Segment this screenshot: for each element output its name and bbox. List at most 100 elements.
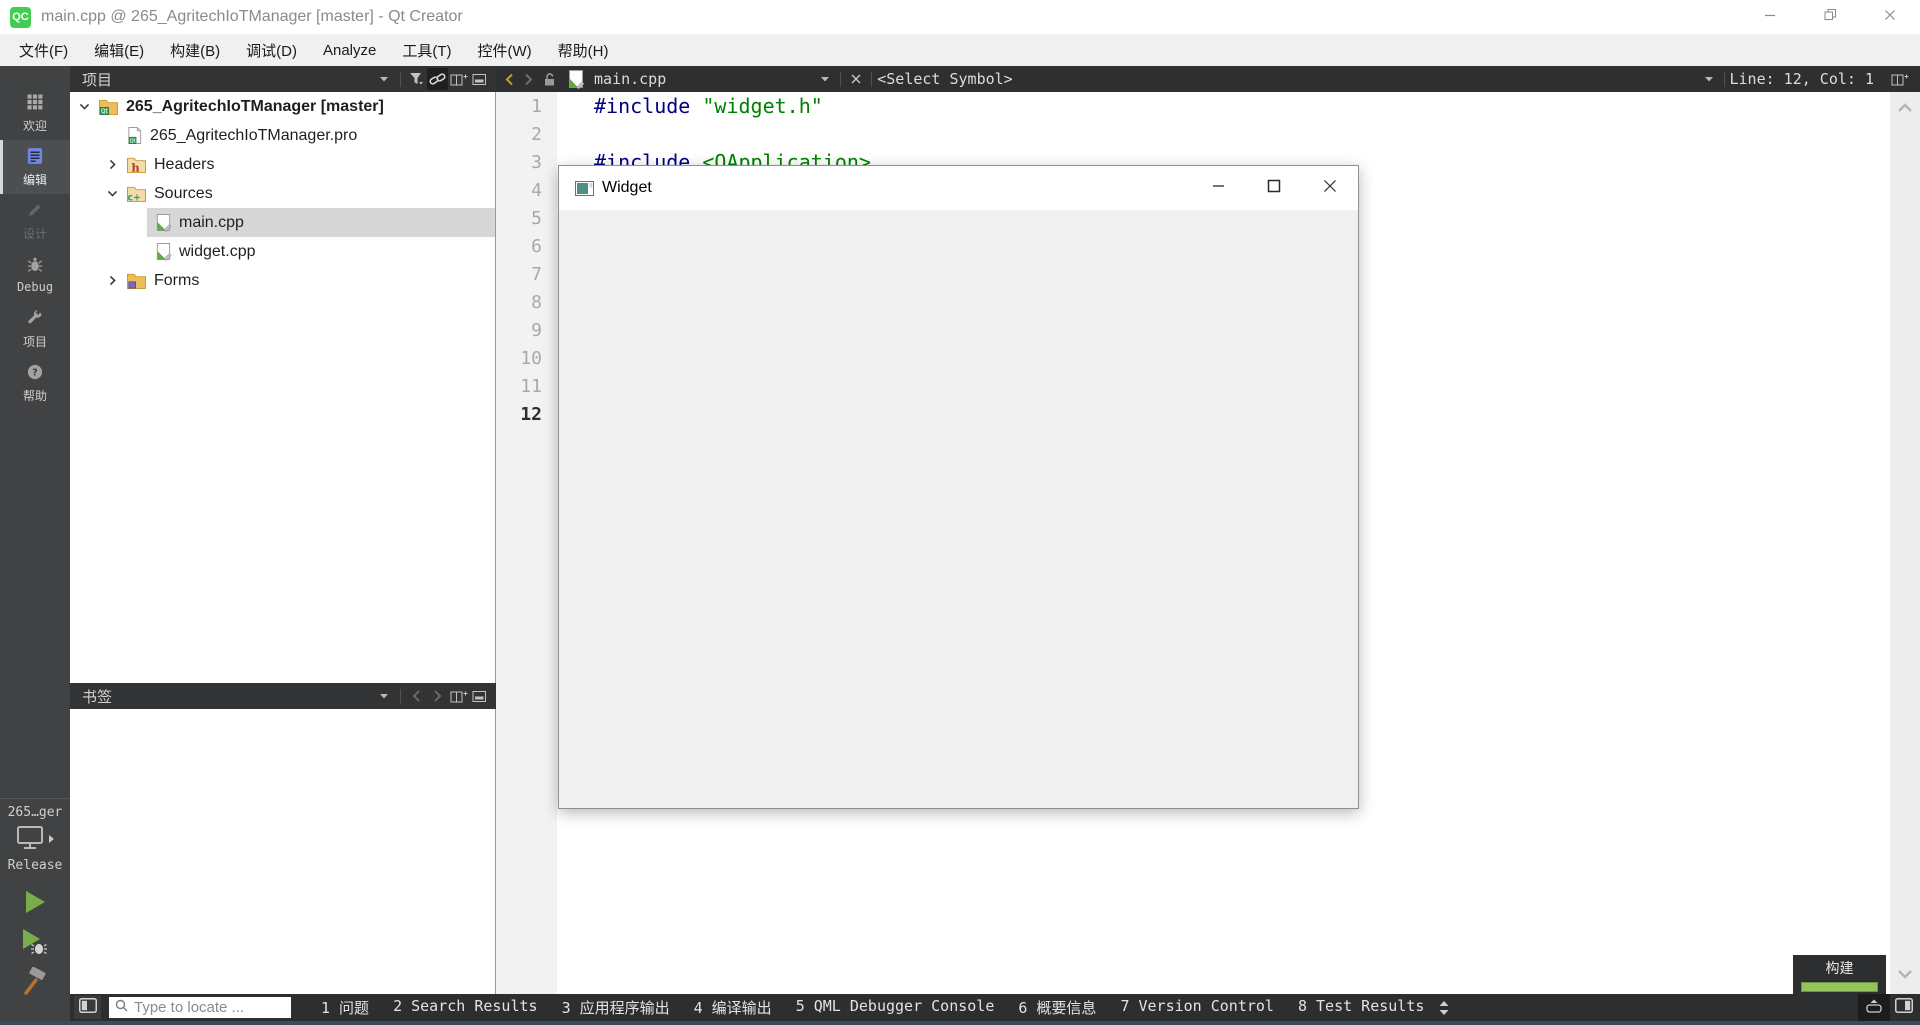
chevron-down-icon[interactable] <box>104 187 120 200</box>
go-forward-button[interactable] <box>519 73 538 86</box>
progress-details-button[interactable] <box>1858 994 1890 1021</box>
code-token: "widget.h" <box>702 94 823 118</box>
build-progress-label: 构建 <box>1825 959 1854 976</box>
tree-item[interactable]: Qt 265_AgritechIoTManager [master] <box>98 92 495 121</box>
pane-dropdown-button[interactable] <box>374 685 395 707</box>
divider <box>871 71 873 87</box>
tree-item[interactable]: widget.cpp <box>147 237 495 266</box>
project-tree: Qt 265_AgritechIoTManager [master] Qt 265_A… <box>70 92 496 683</box>
menu-item-1[interactable]: 文件(F) <box>6 34 81 66</box>
editor-line[interactable]: 2 <box>496 120 1890 148</box>
cpp-file-icon <box>562 69 590 89</box>
close-pane-icon[interactable] <box>469 685 490 707</box>
close-document-icon[interactable] <box>846 74 866 84</box>
run-debug-button[interactable] <box>20 927 50 961</box>
tree-item[interactable]: main.cpp <box>147 208 495 237</box>
svg-text:c+: c+ <box>127 193 141 203</box>
output-pane-button-8[interactable]: 8 Test Results <box>1298 997 1424 1018</box>
window-title: main.cpp @ 265_AgritechIoTManager [maste… <box>41 8 463 25</box>
symbol-selector[interactable]: <Select Symbol> <box>877 70 1012 88</box>
widget-app-window[interactable]: Widget <box>558 165 1359 809</box>
build-button[interactable] <box>20 966 50 1001</box>
editor-options-dropdown-icon[interactable] <box>1700 76 1719 82</box>
output-pane-switcher-icon[interactable] <box>1438 1000 1450 1016</box>
output-pane-button-7[interactable]: 7 Version Control <box>1120 997 1274 1018</box>
go-back-button[interactable] <box>500 73 519 86</box>
locator-input[interactable]: Type to locate ... <box>109 997 291 1018</box>
mode-label: 欢迎 <box>22 118 47 133</box>
menu-item-7[interactable]: 控件(W) <box>465 34 545 66</box>
split-icon[interactable] <box>448 68 469 90</box>
widget-minimize-button[interactable] <box>1190 166 1246 210</box>
window-bottom-edge <box>0 1021 1920 1025</box>
projects-pane-title: 项目 <box>82 71 113 89</box>
chevron-right-icon[interactable] <box>104 274 120 287</box>
build-progress-popup[interactable]: 构建 <box>1793 955 1886 994</box>
split-icon[interactable] <box>448 685 469 707</box>
toggle-left-sidebar-button[interactable] <box>74 996 101 1019</box>
menu-item-3[interactable]: 构建(B) <box>157 34 233 66</box>
toggle-right-sidebar-button[interactable] <box>1890 994 1918 1021</box>
editor-scrollbar[interactable] <box>1890 92 1920 994</box>
mode-item-grid[interactable]: 欢迎 <box>0 86 70 140</box>
file-cpp-icon <box>155 213 172 232</box>
split-editor-icon[interactable] <box>1886 72 1914 87</box>
output-pane-button-2[interactable]: 2 Search Results <box>393 997 538 1018</box>
output-pane-button-5[interactable]: 5 QML Debugger Console <box>796 997 995 1018</box>
menu-item-6[interactable]: 工具(T) <box>389 34 464 66</box>
restore-button[interactable] <box>1800 0 1860 34</box>
mode-item-help[interactable]: ? 帮助 <box>0 356 70 410</box>
filter-icon[interactable] <box>406 68 427 90</box>
menu-item-2[interactable]: 编辑(E) <box>81 34 157 66</box>
qt-creator-window: QC main.cpp @ 265_AgritechIoTManager [ma… <box>0 0 1920 1025</box>
back-icon[interactable] <box>406 685 427 707</box>
output-pane-button-1[interactable]: 1 问题 <box>321 997 369 1018</box>
folder-forms-icon <box>126 271 147 290</box>
widget-client-area <box>559 210 1358 808</box>
editor-line[interactable]: 1 #include "widget.h" <box>496 92 1890 120</box>
folder-h-icon: h <box>126 155 147 174</box>
tree-item[interactable]: c+ Sources <box>126 179 495 208</box>
widget-maximize-button[interactable] <box>1246 166 1302 210</box>
tree-item-label: Headers <box>154 155 215 173</box>
output-pane-button-3[interactable]: 3 应用程序输出 <box>562 997 670 1018</box>
widget-window-controls <box>1190 166 1358 210</box>
kit-target-button[interactable] <box>16 824 55 856</box>
document-dropdown-icon[interactable] <box>816 76 835 82</box>
tree-item[interactable]: Forms <box>126 266 495 295</box>
chevron-down-icon[interactable] <box>76 100 92 113</box>
mode-item-bug[interactable]: Debug <box>0 248 70 302</box>
tree-item[interactable]: h Headers <box>126 150 495 179</box>
mode-label: 设计 <box>22 226 47 241</box>
mode-item-wrench[interactable]: 项目 <box>0 302 70 356</box>
cursor-position: Line: 12, Col: 1 <box>1729 70 1875 88</box>
pane-dropdown-button[interactable] <box>374 68 395 90</box>
tree-item[interactable]: Qt 265_AgritechIoTManager.pro <box>126 121 495 150</box>
minimize-button[interactable] <box>1740 0 1800 34</box>
scroll-up-icon[interactable] <box>1897 100 1913 118</box>
open-file-name[interactable]: main.cpp <box>594 70 666 88</box>
mode-item-edit[interactable]: 编辑 <box>0 140 70 194</box>
sync-with-editor-icon[interactable] <box>427 68 448 90</box>
run-button[interactable] <box>22 889 48 919</box>
forward-icon[interactable] <box>427 685 448 707</box>
output-pane-button-4[interactable]: 4 编译输出 <box>694 997 772 1018</box>
menu-item-4[interactable]: 调试(D) <box>233 34 310 66</box>
line-number: 3 <box>531 151 542 173</box>
tree-row: widget.cpp <box>70 237 495 266</box>
menu-item-8[interactable]: 帮助(H) <box>545 34 622 66</box>
widget-titlebar[interactable]: Widget <box>559 166 1358 210</box>
svg-text:Qt: Qt <box>101 109 108 115</box>
output-pane-button-6[interactable]: 6 概要信息 <box>1018 997 1096 1018</box>
code-text: #include "widget.h" <box>557 92 823 120</box>
menu-item-5[interactable]: Analyze <box>310 34 389 66</box>
chevron-right-icon[interactable] <box>104 158 120 171</box>
kit-project-name[interactable]: 265…ger <box>8 805 63 820</box>
widget-close-button[interactable] <box>1302 166 1358 210</box>
run-debug-icon <box>20 929 50 961</box>
close-button[interactable] <box>1860 0 1920 34</box>
close-pane-icon[interactable] <box>469 68 490 90</box>
scroll-down-icon[interactable] <box>1897 966 1913 984</box>
